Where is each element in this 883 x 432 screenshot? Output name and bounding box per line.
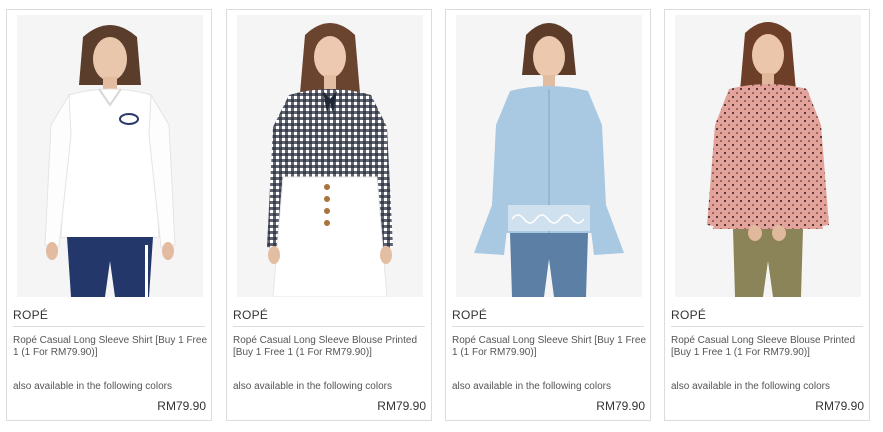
- divider: [671, 326, 863, 327]
- product-brand[interactable]: ROPÉ: [452, 308, 487, 322]
- product-image[interactable]: [456, 15, 642, 297]
- product-card[interactable]: ROPÉ Ropé Casual Long Sleeve Blouse Prin…: [226, 9, 432, 421]
- product-card[interactable]: ROPÉ Ropé Casual Long Sleeve Blouse Prin…: [664, 9, 870, 421]
- product-image[interactable]: [675, 15, 861, 297]
- product-name[interactable]: Ropé Casual Long Sleeve Blouse Printed […: [671, 335, 865, 359]
- product-name[interactable]: Ropé Casual Long Sleeve Shirt [Buy 1 Fre…: [13, 335, 207, 359]
- product-grid: ROPÉ Ropé Casual Long Sleeve Shirt [Buy …: [0, 0, 883, 432]
- product-price: RM79.90: [596, 399, 645, 413]
- color-availability-text: also available in the following colors: [233, 381, 392, 392]
- product-card[interactable]: ROPÉ Ropé Casual Long Sleeve Shirt [Buy …: [445, 9, 651, 421]
- product-image[interactable]: [237, 15, 423, 297]
- color-availability-text: also available in the following colors: [13, 381, 172, 392]
- product-price: RM79.90: [377, 399, 426, 413]
- color-availability-text: also available in the following colors: [671, 381, 830, 392]
- product-brand[interactable]: ROPÉ: [671, 308, 706, 322]
- product-name[interactable]: Ropé Casual Long Sleeve Blouse Printed […: [233, 335, 427, 359]
- product-brand[interactable]: ROPÉ: [233, 308, 268, 322]
- divider: [13, 326, 205, 327]
- product-price: RM79.90: [815, 399, 864, 413]
- divider: [233, 326, 425, 327]
- color-availability-text: also available in the following colors: [452, 381, 611, 392]
- product-brand[interactable]: ROPÉ: [13, 308, 48, 322]
- divider: [452, 326, 644, 327]
- product-price: RM79.90: [157, 399, 206, 413]
- product-card[interactable]: ROPÉ Ropé Casual Long Sleeve Shirt [Buy …: [6, 9, 212, 421]
- product-image[interactable]: [17, 15, 203, 297]
- product-name[interactable]: Ropé Casual Long Sleeve Shirt [Buy 1 Fre…: [452, 335, 646, 359]
